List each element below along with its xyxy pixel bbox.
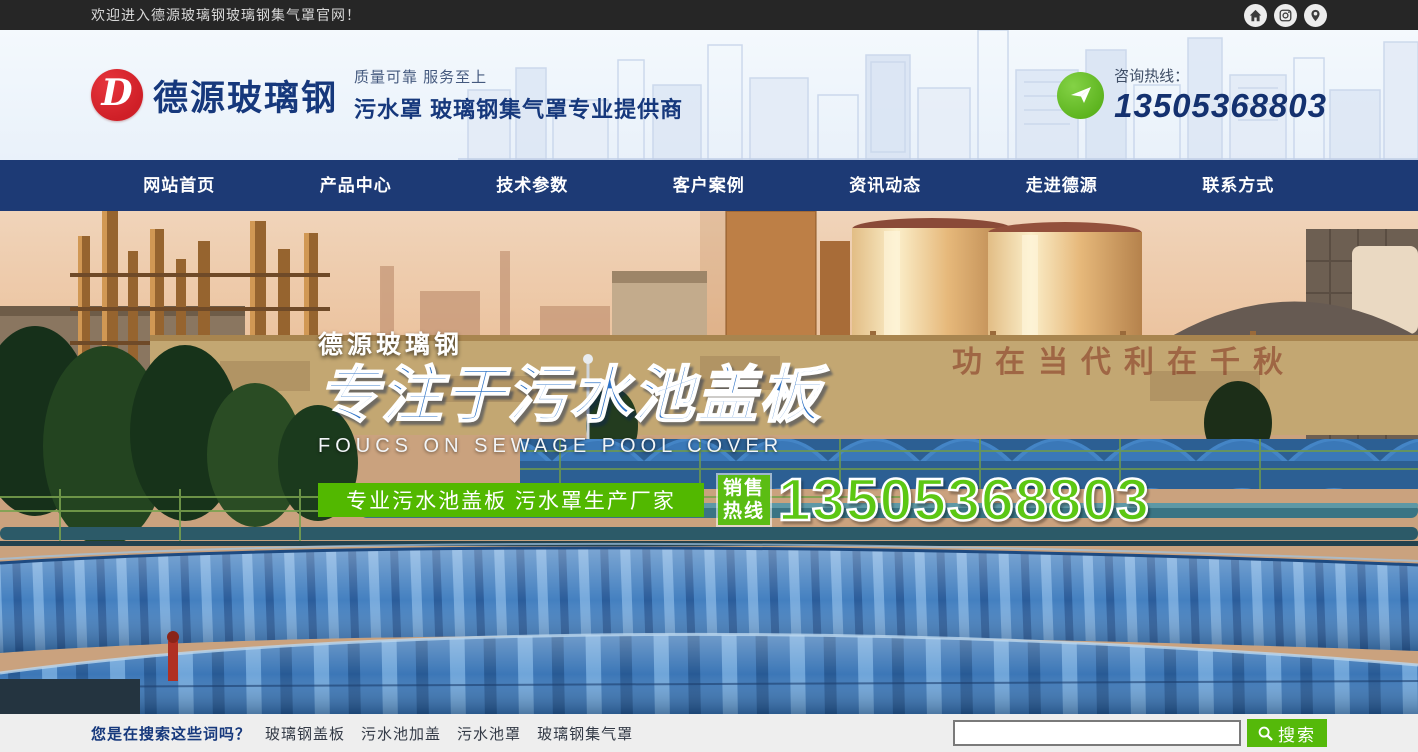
location-pin-icon[interactable] <box>1304 4 1327 27</box>
tagline-small: 质量可靠 服务至上 <box>354 66 683 87</box>
main-nav: 网站首页 产品中心 技术参数 客户案例 资讯动态 走进德源 联系方式 <box>0 160 1418 211</box>
hero-brand: 德源玻璃钢 <box>318 325 1150 361</box>
nav-item-specs[interactable]: 技术参数 <box>444 160 621 211</box>
nav-item-cases[interactable]: 客户案例 <box>621 160 798 211</box>
hero-hotline-badge-line1: 销售 <box>723 477 765 500</box>
search-input[interactable] <box>953 720 1241 746</box>
hero-text-block: 德源玻璃钢 专注于污水池盖板 FOUCS ON SEWAGE POOL COVE… <box>318 325 1150 530</box>
hero-hotline-badge-line2: 热线 <box>723 500 765 523</box>
hot-keywords: 玻璃钢盖板 污水池加盖 污水池罩 玻璃钢集气罩 <box>265 723 633 744</box>
hotline-label: 咨询热线： <box>1114 65 1327 86</box>
header-hotline: 咨询热线： 13505368803 <box>1057 65 1327 125</box>
hero-hotline-badge: 销售 热线 <box>718 475 770 525</box>
tagline-big: 污水罩 玻璃钢集气罩专业提供商 <box>354 92 683 124</box>
search-strip-label: 您是在搜索这些词吗？ <box>91 723 251 744</box>
nav-item-news[interactable]: 资讯动态 <box>797 160 974 211</box>
hotline-number: 13505368803 <box>1114 87 1327 125</box>
paper-plane-icon <box>1057 72 1104 119</box>
magnifier-icon <box>1258 726 1273 741</box>
keyword-link-pool-capping[interactable]: 污水池加盖 <box>361 723 441 744</box>
nav-item-about[interactable]: 走进德源 <box>974 160 1151 211</box>
home-icon[interactable] <box>1244 4 1267 27</box>
search-strip: 您是在搜索这些词吗？ 玻璃钢盖板 污水池加盖 污水池罩 玻璃钢集气罩 搜索 <box>0 714 1418 752</box>
logo[interactable]: D 德源玻璃钢 <box>91 69 338 121</box>
topbar: 欢迎进入德源玻璃钢玻璃钢集气罩官网！ <box>0 0 1418 30</box>
search-button-label: 搜索 <box>1278 721 1316 746</box>
hero-phone-number: 13505368803 <box>778 471 1150 530</box>
keyword-link-pool-cover[interactable]: 污水池罩 <box>457 723 521 744</box>
nav-item-home[interactable]: 网站首页 <box>91 160 268 211</box>
nav-item-products[interactable]: 产品中心 <box>268 160 445 211</box>
site-header: D 德源玻璃钢 质量可靠 服务至上 污水罩 玻璃钢集气罩专业提供商 咨询热线： … <box>0 30 1418 160</box>
instagram-icon[interactable] <box>1274 4 1297 27</box>
hero-banner: 功在当代利在千秋 德源玻璃钢 专注于污水池盖板 FOUCS ON SEWAGE … <box>0 211 1418 714</box>
hero-title: 专注于污水池盖板 <box>318 363 1150 429</box>
social-links <box>1244 4 1327 27</box>
keyword-link-frp-cover[interactable]: 玻璃钢盖板 <box>265 723 345 744</box>
logo-text: 德源玻璃钢 <box>153 70 338 121</box>
search-button[interactable]: 搜索 <box>1247 719 1327 747</box>
keyword-link-gas-collecting-hood[interactable]: 玻璃钢集气罩 <box>537 723 633 744</box>
nav-item-contact[interactable]: 联系方式 <box>1150 160 1327 211</box>
hero-subtitle: FOUCS ON SEWAGE POOL COVER <box>318 435 1150 458</box>
header-tagline: 质量可靠 服务至上 污水罩 玻璃钢集气罩专业提供商 <box>354 66 683 124</box>
hero-cta-button[interactable]: 专业污水池盖板 污水罩生产厂家 <box>318 483 704 517</box>
logo-mark-icon: D <box>91 69 143 121</box>
welcome-text: 欢迎进入德源玻璃钢玻璃钢集气罩官网！ <box>91 5 361 25</box>
